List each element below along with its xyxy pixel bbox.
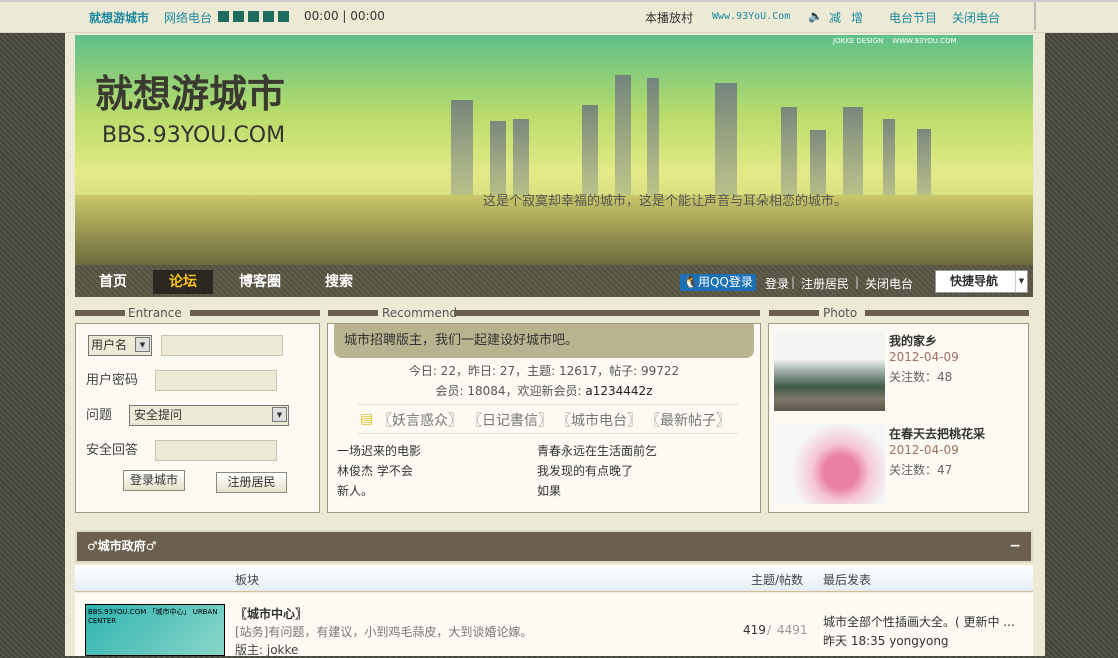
stats-members: 会员: 18084，欢迎新会员: a1234442z (328, 382, 760, 399)
divider (1034, 2, 1036, 30)
col-board: 板块 (235, 573, 260, 587)
post-link[interactable]: 青春永远在生活面前乞 (537, 442, 657, 459)
stop-icon[interactable] (248, 11, 259, 22)
banner-slogan: 这是个寂寞却幸福的城市，这是个能让声音与耳朵相恋的城市。 (483, 194, 848, 209)
category-title[interactable]: ♂城市政府♂ (87, 539, 157, 553)
nav-blog[interactable]: 博客圈 (223, 270, 297, 294)
photo-title[interactable]: 在春天去把桃花采 (889, 425, 985, 442)
nav-search[interactable]: 搜索 (309, 270, 369, 294)
post-link[interactable]: 如果 (537, 482, 561, 499)
post-link[interactable]: 一场迟来的电影 (337, 442, 421, 459)
photo-title: Photo (823, 306, 858, 320)
banner-logo: 就想游城市 (95, 71, 286, 116)
collapse-icon[interactable]: − (1009, 532, 1021, 561)
chevron-down-icon: ▼ (135, 337, 150, 352)
select-label: 安全提问 (134, 408, 183, 422)
password-input[interactable] (155, 370, 277, 391)
chevron-down-icon: ▼ (1015, 271, 1027, 292)
login-button[interactable]: 登录城市 (123, 470, 185, 491)
col-last: 最后发表 (823, 573, 872, 587)
page: 就想游城市 BBS.93YOU.COM JOKKE DESIGN WWW.93Y… (65, 33, 1045, 658)
username-type-select[interactable]: 用户名 ▼ (88, 335, 152, 356)
post-link[interactable]: 林俊杰 学不会 (337, 462, 413, 479)
col-counts: 主题/帖数 (751, 573, 804, 587)
new-member-link[interactable]: a1234442z (585, 384, 652, 398)
radio-time: 00:00 | 00:00 (304, 9, 385, 23)
topic-count: 419 (743, 623, 766, 637)
close-radio-link[interactable]: 关闭电台 (952, 9, 1000, 26)
recommend-panel: 城市招聘版主，我们一起建设好城市吧。 今日: 22，昨日: 27，主题: 126… (327, 323, 761, 513)
volume-icon: 🔈 (808, 9, 823, 23)
question-label: 问题 (86, 408, 113, 423)
close-radio-nav-link[interactable]: 关闭电台 (865, 275, 913, 292)
board-name[interactable]: 〖城市中心〗 (235, 605, 307, 622)
prev-icon[interactable] (218, 11, 229, 22)
tab-latest[interactable]: 〖最新帖子〗 (646, 410, 730, 430)
post-count: 4491 (777, 623, 808, 637)
photo-title[interactable]: 我的家乡 (889, 332, 937, 349)
register-button[interactable]: 注册居民 (216, 472, 287, 493)
category-header: ♂城市政府♂ − (75, 530, 1033, 563)
answer-input[interactable] (155, 440, 277, 461)
tab-radio[interactable]: 〖城市电台〗 (557, 410, 641, 430)
photo-follows: 关注数：48 (889, 370, 953, 384)
board-desc: [站务]有问题，有建议，小到鸡毛蒜皮，大到谈婚论嫁。 (235, 625, 533, 639)
tab-diary[interactable]: 〖日记書信〗 (468, 410, 552, 430)
board-icon-text: BBS.93YOU.COM 「城市中心」 URBAN CENTER (88, 608, 218, 625)
last-post-info[interactable]: 昨天 18:35 yongyong (823, 632, 949, 649)
notice: 城市招聘版主，我们一起建设好城市吧。 (334, 324, 754, 358)
quick-nav-button[interactable]: 快捷导航 ▼ (935, 270, 1028, 293)
last-post-title[interactable]: 城市全部个性插画大全。( 更新中 ... (823, 613, 1015, 630)
play-icon[interactable] (263, 11, 274, 22)
banner: 就想游城市 BBS.93YOU.COM JOKKE DESIGN WWW.93Y… (75, 35, 1033, 265)
login-link[interactable]: 登录 (765, 275, 789, 292)
main-nav: 首页 论坛 博客圈 搜索 🐧用QQ登录 登录 | 注册居民 | 关闭电台 快捷导… (75, 265, 1033, 297)
entrance-title: Entrance (128, 306, 182, 320)
qq-login-label: 用QQ登录 (697, 275, 753, 289)
select-label: 用户名 (91, 338, 128, 352)
stats-members-label: 会员: 18084，欢迎新会员: (435, 384, 586, 398)
password-label: 用户密码 (86, 373, 139, 388)
quick-nav-label: 快捷导航 (950, 274, 999, 288)
table-row: BBS.93YOU.COM 「城市中心」 URBAN CENTER 〖城市中心〗… (75, 593, 1033, 658)
username-input[interactable] (161, 335, 283, 356)
post-link[interactable]: 新人。 (337, 482, 373, 499)
photo-date: 2012-04-09 (889, 350, 959, 364)
tab-yaoyan[interactable]: 〖妖言惑众〗 (378, 410, 462, 430)
question-select[interactable]: 安全提问 ▼ (129, 405, 289, 426)
radio-label: 网络电台 (164, 11, 213, 25)
chevron-down-icon: ▼ (272, 407, 287, 422)
next-icon[interactable] (278, 11, 289, 22)
program-link[interactable]: 电台节目 (889, 9, 937, 26)
note-icon: ▤ (360, 411, 374, 427)
board-icon[interactable]: BBS.93YOU.COM 「城市中心」 URBAN CENTER (85, 604, 225, 656)
qq-login-button[interactable]: 🐧用QQ登录 (680, 274, 756, 291)
photo-thumbnail[interactable] (774, 331, 885, 411)
now-playing: 本播放村 (645, 11, 694, 25)
recommend-title: Recommend (382, 306, 458, 320)
radio-bar: 就想游城市 网络电台 00:00 | 00:00 本播放村 Www.93YoU.… (0, 0, 1118, 33)
nav-forum[interactable]: 论坛 (153, 270, 213, 294)
volume-down[interactable]: 减 (829, 9, 841, 26)
post-link[interactable]: 我发现的有点晚了 (537, 462, 633, 479)
banner-logo-url: BBS.93YOU.COM (102, 123, 286, 148)
photo-thumbnail[interactable] (774, 424, 885, 504)
photo-date: 2012-04-09 (889, 443, 959, 457)
login-form: 用户名 ▼ 用户密码 问题 安全提问 ▼ 安全回答 登录城市 注册居民 (75, 323, 320, 513)
answer-label: 安全回答 (86, 443, 139, 458)
photo-panel: 我的家乡 2012-04-09 关注数：48 在春天去把桃花采 2012-04-… (768, 323, 1029, 513)
pause-icon[interactable] (233, 11, 244, 22)
board-moderator[interactable]: 版主: jokke (235, 641, 298, 658)
nav-home[interactable]: 首页 (83, 270, 143, 294)
register-link[interactable]: 注册居民 (801, 275, 849, 292)
table-header: 板块 主题/帖数 最后发表 (75, 565, 1033, 592)
radio-url[interactable]: Www.93YoU.Com (712, 11, 790, 22)
banner-credit: JOKKE DESIGN WWW.93YOU.COM (833, 37, 957, 45)
photo-follows: 关注数：47 (889, 463, 953, 477)
stats-today: 今日: 22，昨日: 27，主题: 12617，帖子: 99722 (408, 364, 680, 378)
volume-up[interactable]: 增 (851, 9, 863, 26)
radio-site-name: 就想游城市 (89, 11, 150, 25)
